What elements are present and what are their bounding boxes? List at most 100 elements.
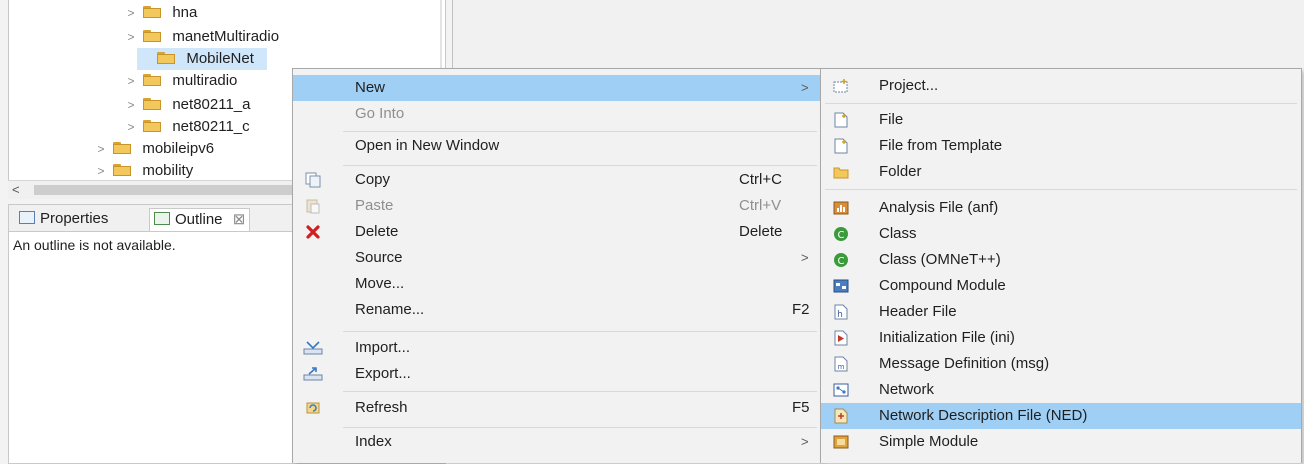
menu-item-label: File from Template bbox=[879, 137, 1003, 154]
menu-item-rename[interactable]: Rename... F2 bbox=[293, 297, 821, 323]
submenu-item-class[interactable]: C Class bbox=[821, 221, 1301, 247]
folder-icon bbox=[833, 167, 849, 179]
menu-separator bbox=[343, 427, 817, 428]
tree-item-label: multiradio bbox=[172, 72, 238, 89]
menu-item-label: File bbox=[879, 111, 904, 128]
menu-item-copy[interactable]: Copy Ctrl+C bbox=[293, 167, 821, 193]
menu-item-go-into[interactable]: Go Into bbox=[293, 101, 821, 127]
folder-icon bbox=[143, 120, 163, 132]
menu-separator bbox=[343, 391, 817, 392]
menu-item-label: Rename... bbox=[355, 301, 425, 318]
tree-item-label: hna bbox=[172, 4, 198, 21]
menu-item-new[interactable]: New > bbox=[293, 75, 821, 101]
menu-item-export[interactable]: Export... bbox=[293, 361, 821, 387]
menu-item-label: Import... bbox=[355, 339, 411, 356]
import-icon bbox=[303, 341, 323, 355]
menu-item-label: Open in New Window bbox=[355, 137, 500, 154]
shortcut-label: F2 bbox=[792, 301, 810, 318]
menu-separator bbox=[825, 103, 1297, 104]
tree-item-manetmultiradio[interactable]: > manetMultiradio bbox=[123, 26, 279, 48]
shortcut-label: Ctrl+C bbox=[739, 171, 782, 188]
tab-label: Outline bbox=[175, 211, 223, 228]
menu-item-label: Class bbox=[879, 225, 917, 242]
submenu-item-ned-file[interactable]: Network Description File (NED) bbox=[821, 403, 1301, 429]
menu-item-label: Network Description File (NED) bbox=[879, 407, 1088, 424]
submenu-item-project[interactable]: Project... bbox=[821, 73, 1301, 99]
outline-icon bbox=[154, 212, 170, 225]
submenu-item-network[interactable]: Network bbox=[821, 377, 1301, 403]
menu-item-delete[interactable]: Delete Delete bbox=[293, 219, 821, 245]
submenu-item-class-omnet[interactable]: C Class (OMNeT++) bbox=[821, 247, 1301, 273]
tree-item-label: net80211_a bbox=[172, 96, 251, 113]
menu-item-label: Message Definition (msg) bbox=[879, 355, 1050, 372]
menu-item-source[interactable]: Source > bbox=[293, 245, 821, 271]
menu-item-refresh[interactable]: Refresh F5 bbox=[293, 395, 821, 421]
submenu-item-message-definition[interactable]: m Message Definition (msg) bbox=[821, 351, 1301, 377]
menu-item-import[interactable]: Import... bbox=[293, 335, 821, 361]
tree-item-mobileipv6[interactable]: > mobileipv6 bbox=[93, 138, 214, 160]
menu-item-label: Go Into bbox=[355, 105, 405, 122]
ned-file-icon bbox=[834, 408, 848, 424]
submenu-item-analysis-file[interactable]: Analysis File (anf) bbox=[821, 195, 1301, 221]
menu-separator bbox=[343, 165, 817, 166]
menu-item-index[interactable]: Index > bbox=[293, 429, 821, 455]
chevron-right-icon[interactable]: > bbox=[123, 26, 139, 48]
submenu-item-file-from-template[interactable]: File from Template bbox=[821, 133, 1301, 159]
menu-item-label: Analysis File (anf) bbox=[879, 199, 999, 216]
export-icon bbox=[303, 367, 323, 381]
close-tab-icon[interactable]: ⊠ bbox=[233, 211, 246, 228]
msg-file-icon: m bbox=[834, 356, 848, 372]
class-icon: C bbox=[834, 227, 848, 241]
delete-icon bbox=[306, 225, 320, 239]
tree-item-net80211-a[interactable]: > net80211_a bbox=[123, 94, 250, 116]
folder-icon bbox=[143, 6, 163, 18]
submenu-item-simple-module[interactable]: Simple Module bbox=[821, 429, 1301, 455]
menu-item-label: Project... bbox=[879, 77, 939, 94]
submenu-item-file[interactable]: File bbox=[821, 107, 1301, 133]
tree-item-mobilenet[interactable]: MobileNet bbox=[137, 48, 267, 70]
menu-separator bbox=[343, 131, 817, 132]
folder-icon bbox=[157, 52, 177, 64]
tree-item-multiradio[interactable]: > multiradio bbox=[123, 70, 237, 92]
chevron-right-icon[interactable]: > bbox=[93, 160, 109, 182]
submenu-item-initialization-file[interactable]: Initialization File (ini) bbox=[821, 325, 1301, 351]
chevron-right-icon[interactable]: > bbox=[93, 138, 109, 160]
chevron-right-icon[interactable]: > bbox=[123, 70, 139, 92]
tree-item-label: MobileNet bbox=[186, 50, 254, 67]
file-icon bbox=[834, 112, 848, 128]
tree-item-net80211-c[interactable]: > net80211_c bbox=[123, 116, 249, 138]
tree-item-label: mobileipv6 bbox=[142, 140, 215, 157]
shortcut-label: Ctrl+V bbox=[739, 197, 782, 214]
chevron-right-icon: > bbox=[801, 250, 809, 265]
menu-item-label: Source bbox=[355, 249, 403, 266]
tree-item-mobility[interactable]: > mobility bbox=[93, 160, 193, 182]
network-icon bbox=[833, 383, 849, 397]
submenu-item-compound-module[interactable]: Compound Module bbox=[821, 273, 1301, 299]
folder-icon bbox=[143, 30, 163, 42]
svg-text:C: C bbox=[838, 230, 845, 241]
folder-icon bbox=[143, 74, 163, 86]
paste-icon bbox=[306, 199, 320, 214]
menu-item-label: Refresh bbox=[355, 399, 408, 416]
chevron-right-icon[interactable]: > bbox=[123, 94, 139, 116]
project-icon bbox=[833, 79, 848, 93]
menu-item-label: Folder bbox=[879, 163, 922, 180]
menu-item-paste[interactable]: Paste Ctrl+V bbox=[293, 193, 821, 219]
chevron-right-icon[interactable]: > bbox=[123, 116, 139, 138]
scroll-left-icon[interactable]: < bbox=[12, 181, 20, 199]
outline-message: An outline is not available. bbox=[13, 237, 176, 253]
submenu-item-folder[interactable]: Folder bbox=[821, 159, 1301, 185]
svg-text:C: C bbox=[838, 256, 845, 267]
tab-properties[interactable]: Properties bbox=[15, 208, 112, 230]
folder-icon bbox=[113, 164, 133, 176]
svg-text:h: h bbox=[837, 310, 843, 320]
tree-item-hna[interactable]: > hna bbox=[123, 2, 197, 24]
menu-item-open-in-new-window[interactable]: Open in New Window bbox=[293, 133, 821, 159]
menu-item-label: Initialization File (ini) bbox=[879, 329, 1015, 346]
menu-item-move[interactable]: Move... bbox=[293, 271, 821, 297]
chevron-right-icon[interactable]: > bbox=[123, 2, 139, 24]
menu-item-label: Network bbox=[879, 381, 935, 398]
submenu-item-header-file[interactable]: h Header File bbox=[821, 299, 1301, 325]
menu-item-label: Simple Module bbox=[879, 433, 979, 450]
tab-outline[interactable]: Outline ⊠ bbox=[149, 208, 251, 231]
